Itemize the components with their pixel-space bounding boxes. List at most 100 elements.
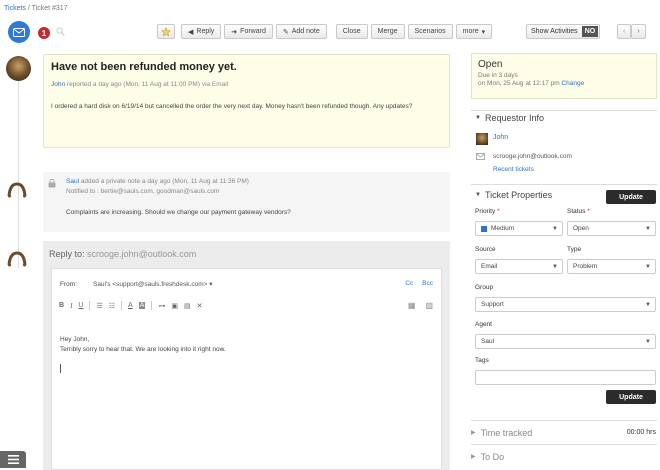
close-button-label: Close <box>342 28 361 35</box>
email-channel-icon[interactable] <box>8 21 30 43</box>
update-button-top[interactable]: Update <box>606 190 656 204</box>
time-tracked-label: Time tracked <box>480 427 533 438</box>
ticket-properties-heading: Ticket Properties <box>484 190 553 200</box>
group-select[interactable]: Support ▼ <box>475 297 656 312</box>
bcc-link[interactable]: Bcc <box>422 280 433 287</box>
chevron-down-icon: ▼ <box>645 264 651 270</box>
show-activities-toggle[interactable]: Show Activities NO <box>526 24 601 39</box>
chevron-down-icon: ▼ <box>645 339 651 345</box>
note-author-link[interactable]: Saul <box>66 178 79 185</box>
add-note-button-label: Add note <box>291 28 320 35</box>
recent-tickets-link[interactable]: Recent tickets <box>493 166 534 173</box>
chevron-down-icon: ▾ <box>209 281 213 288</box>
reply-to-label: Reply to: <box>49 249 85 259</box>
close-button[interactable]: Close <box>335 24 368 39</box>
star-icon <box>161 26 171 36</box>
due-date-text: on Mon, 25 Aug at 12:17 pm <box>478 80 560 87</box>
scenarios-button[interactable]: Scenarios <box>407 24 453 39</box>
forward-button[interactable]: ➜ Forward <box>224 24 273 39</box>
breadcrumb-tickets-link[interactable]: Tickets <box>4 5 26 12</box>
requestor-info-header[interactable]: ▼ Requestor Info <box>475 113 544 123</box>
ticket-properties-header[interactable]: ▼ Ticket Properties <box>475 190 552 200</box>
bullet-list-icon[interactable]: ☰ <box>96 302 102 310</box>
canned-response-icon[interactable]: ▦ <box>408 301 416 310</box>
message-author-link[interactable]: John <box>51 81 65 88</box>
note-notified: Notified to : bertie@sauls.com, goodman@… <box>66 188 220 195</box>
expand-triangle-icon: ▶ <box>471 454 476 460</box>
search-icon[interactable] <box>56 27 65 38</box>
breadcrumb-current: Ticket #317 <box>31 5 68 12</box>
note-body: Complaints are increasing. Should we cha… <box>66 209 291 216</box>
scenarios-button-label: Scenarios <box>414 28 446 35</box>
chevron-right-icon: › <box>637 28 640 35</box>
highlight-icon[interactable]: A <box>138 302 146 309</box>
todo-section[interactable]: ▶ To Do <box>471 448 657 465</box>
more-button[interactable]: more ▾ <box>455 24 493 39</box>
update-button-bottom[interactable]: Update <box>606 390 656 404</box>
cc-link[interactable]: Cc <box>405 280 413 287</box>
clear-format-icon[interactable]: ✕ <box>197 302 203 310</box>
reply-body[interactable]: Hey John, Terribly sorry to hear that. W… <box>60 335 226 355</box>
italic-icon[interactable]: I <box>70 302 72 310</box>
expand-triangle-icon: ▶ <box>471 430 476 436</box>
reply-button[interactable]: ◀ Reply <box>181 24 222 39</box>
note-meta: Saul added a private note a day ago (Mon… <box>66 178 443 185</box>
reply-to-address: scrooge.john@outlook.com <box>84 249 197 259</box>
numbered-list-icon[interactable]: ☷ <box>109 302 115 310</box>
private-note: Saul added a private note a day ago (Mon… <box>43 172 450 232</box>
status-label: Status * <box>567 208 590 215</box>
source-select[interactable]: Email ▼ <box>475 259 563 274</box>
priority-select[interactable]: Medium ▼ <box>475 221 563 236</box>
chevron-left-icon: ‹ <box>623 28 626 35</box>
merge-button-label: Merge <box>377 28 398 35</box>
forward-button-label: Forward <box>240 28 266 35</box>
next-ticket-button[interactable]: › <box>631 24 646 39</box>
bold-icon[interactable]: B <box>59 302 64 309</box>
forward-icon: ➜ <box>231 28 238 36</box>
font-color-icon[interactable]: A <box>128 302 133 309</box>
reply-editor[interactable]: From: Saul's <support@sauls.freshdesk.co… <box>51 268 442 470</box>
chevron-down-icon: ▼ <box>552 264 558 270</box>
image-icon[interactable]: ▣ <box>171 302 178 310</box>
reply-agent-avatar <box>6 247 28 269</box>
merge-button[interactable]: Merge <box>370 24 405 39</box>
requestor-name-link[interactable]: John <box>493 134 508 141</box>
section-divider <box>471 184 657 185</box>
underline-icon[interactable]: U <box>78 302 83 309</box>
text-caret <box>60 364 61 373</box>
from-select[interactable]: Saul's <support@sauls.freshdesk.com> ▾ <box>93 280 213 288</box>
priority-color-icon <box>481 225 487 232</box>
required-mark: * <box>497 208 500 215</box>
star-button[interactable] <box>157 24 175 39</box>
required-mark: * <box>587 208 590 215</box>
solution-icon[interactable]: ▨ <box>425 301 433 310</box>
add-note-button[interactable]: ✎ Add note <box>275 24 327 39</box>
mail-icon <box>476 153 485 162</box>
link-icon[interactable]: ⊶ <box>158 302 165 310</box>
previous-ticket-button[interactable]: ‹ <box>617 24 632 39</box>
ticket-status-card: Open Due in 3 days on Mon, 25 Aug at 12:… <box>471 53 657 99</box>
chevron-down-icon: ▼ <box>645 302 651 308</box>
ticket-navigation: ‹ › <box>617 24 646 39</box>
message-body: I ordered a hard disk on 6/19/14 but can… <box>51 103 413 110</box>
tags-input[interactable] <box>475 370 656 385</box>
change-due-link[interactable]: Change <box>561 80 584 87</box>
original-message: Have not been refunded money yet. John r… <box>43 54 450 148</box>
priority-label: Priority * <box>475 208 500 215</box>
agent-avatar <box>6 178 28 200</box>
agent-select[interactable]: Saul ▼ <box>475 334 656 349</box>
todo-label: To Do <box>480 451 505 462</box>
source-select-value: Email <box>481 263 498 270</box>
time-tracked-section[interactable]: ▶ Time tracked 00:00 hrs <box>471 424 657 441</box>
status-select[interactable]: Open ▼ <box>567 221 656 236</box>
code-icon[interactable]: ▤ <box>184 302 191 310</box>
editor-toolbar: B I U ☰ ☷ A A ⊶ ▣ ▤ ✕ <box>59 301 203 310</box>
sidebar-menu-button[interactable] <box>0 451 26 468</box>
agent-label: Agent <box>475 321 492 328</box>
collapse-triangle-icon: ▼ <box>475 115 481 121</box>
priority-label-text: Priority <box>475 208 496 215</box>
toolbar-divider <box>151 301 153 310</box>
requester-avatar <box>6 56 31 81</box>
conversation-timeline <box>18 78 19 268</box>
type-select[interactable]: Problem ▼ <box>567 259 656 274</box>
